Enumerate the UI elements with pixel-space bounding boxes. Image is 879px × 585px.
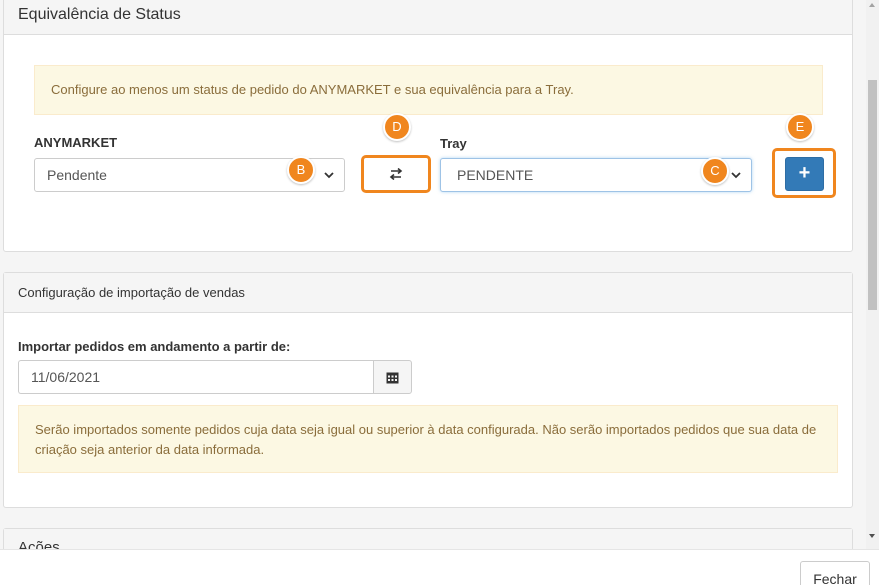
anymarket-status-value: Pendente	[47, 167, 107, 183]
tray-label: Tray	[440, 136, 467, 151]
chevron-down-icon	[731, 172, 741, 179]
status-info-alert: Configure ao menos um status de pedido d…	[34, 65, 823, 115]
import-info-alert: Serão importados somente pedidos cuja da…	[18, 405, 838, 473]
swap-status-button[interactable]	[366, 160, 426, 188]
calendar-icon	[386, 372, 399, 383]
scroll-up-icon[interactable]	[869, 3, 875, 7]
import-date-label: Importar pedidos em andamento a partir d…	[18, 339, 291, 354]
import-panel-title: Configuração de importação de vendas	[4, 273, 852, 313]
chevron-down-icon	[324, 172, 334, 179]
status-panel-title: Equivalência de Status	[4, 0, 852, 35]
actions-panel-title: Ações	[4, 529, 852, 549]
callout-badge-e: E	[786, 113, 814, 141]
vertical-scrollbar[interactable]	[866, 0, 879, 549]
callout-badge-d: D	[383, 113, 411, 141]
calendar-button[interactable]	[373, 360, 412, 394]
swap-arrows-icon	[389, 168, 403, 180]
scroll-down-icon[interactable]	[869, 534, 875, 538]
import-date-input[interactable]: 11/06/2021	[18, 360, 374, 394]
import-config-panel: Configuração de importação de vendas Imp…	[3, 272, 853, 508]
modal-footer: Fechar	[0, 549, 879, 585]
add-equivalence-button[interactable]: +	[785, 157, 824, 191]
actions-panel: Ações	[3, 528, 853, 549]
tray-status-value: PENDENTE	[457, 167, 534, 183]
close-button[interactable]: Fechar	[800, 561, 870, 585]
callout-badge-c: C	[701, 157, 729, 185]
modal-body: Equivalência de Status Configure ao meno…	[0, 0, 866, 549]
status-equivalence-panel: Equivalência de Status Configure ao meno…	[3, 0, 853, 252]
callout-badge-b: B	[287, 156, 315, 184]
scroll-thumb[interactable]	[868, 80, 877, 310]
anymarket-label: ANYMARKET	[34, 135, 118, 150]
